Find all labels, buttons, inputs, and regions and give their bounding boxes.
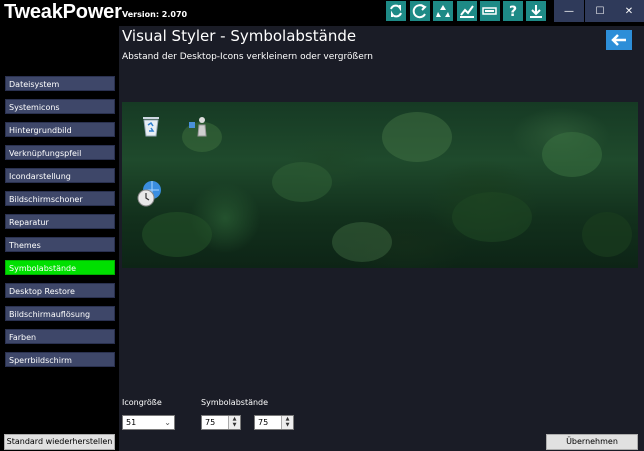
sidebar-item-bildschirmschoner[interactable]: Bildschirmschoner: [5, 191, 115, 206]
arrow-left-icon: [611, 34, 626, 46]
sidebar-item-farben[interactable]: Farben: [5, 329, 115, 344]
back-button[interactable]: [606, 30, 632, 50]
sidebar-item-symbolabstaende[interactable]: Symbolabstände: [5, 260, 115, 275]
close-icon: ✕: [624, 5, 634, 17]
recycle-icon: [436, 5, 450, 17]
page-subtitle: Abstand der Desktop-Icons verkleinern od…: [122, 52, 373, 62]
sidebar-item-sperrbildschirm[interactable]: Sperrbildschirm: [5, 352, 115, 367]
spacing-vertical-stepper[interactable]: 75 ▲ ▼: [254, 415, 294, 430]
download-icon: [530, 5, 542, 18]
desktop-preview: [122, 102, 638, 268]
sidebar-item-bildschirmaufloesung[interactable]: Bildschirmauflösung: [5, 306, 115, 321]
recycle-bin-icon[interactable]: [136, 110, 166, 140]
icon-size-label: Icongröße: [122, 398, 162, 407]
help-button[interactable]: ?: [502, 0, 524, 22]
spinner-arrows[interactable]: ▲ ▼: [228, 416, 240, 429]
app-title: TweakPower: [4, 1, 122, 23]
refresh-icon: [390, 4, 402, 18]
svg-text:?: ?: [509, 4, 517, 19]
help-icon: ?: [509, 4, 517, 19]
sidebar-item-icondarstellung[interactable]: Icondarstellung: [5, 168, 115, 183]
spacing-horizontal-stepper[interactable]: 75 ▲ ▼: [201, 415, 241, 430]
title-bar: TweakPower Version: 2.070 ? — ☐ ✕: [0, 0, 644, 26]
chart-button[interactable]: [456, 0, 478, 22]
apply-button[interactable]: Übernehmen: [546, 434, 638, 450]
maximize-button[interactable]: ☐: [585, 0, 615, 22]
chevron-down-icon: ⌄: [164, 418, 171, 427]
spacing-vertical-value: 75: [258, 418, 269, 427]
spacing-label: Symbolabstände: [201, 398, 269, 407]
sidebar-item-verknuepfungspfeil[interactable]: Verknüpfungspfeil: [5, 145, 115, 160]
page-title: Visual Styler - Symbolabstände: [122, 27, 357, 45]
battery-button[interactable]: [479, 0, 501, 22]
recycle-button[interactable]: [432, 0, 454, 22]
chart-icon: [460, 5, 474, 18]
battery-icon: [482, 7, 497, 15]
maximize-icon: ☐: [595, 5, 605, 17]
icon-size-select[interactable]: 51 ⌄: [122, 415, 175, 430]
icon-size-value: 51: [126, 418, 137, 427]
close-button[interactable]: ✕: [614, 0, 644, 22]
sidebar-item-desktop-restore[interactable]: Desktop Restore: [5, 283, 115, 298]
spacing-horizontal-value: 75: [205, 418, 216, 427]
spinner-arrows[interactable]: ▲ ▼: [281, 416, 293, 429]
globe-clock-icon[interactable]: [135, 178, 165, 208]
app-version: Version: 2.070: [122, 10, 188, 19]
download-button[interactable]: [525, 0, 547, 22]
redo-button[interactable]: [409, 0, 431, 22]
redo-icon: [412, 4, 427, 19]
minimize-icon: —: [564, 5, 574, 17]
minimize-button[interactable]: —: [554, 0, 584, 22]
sidebar-item-themes[interactable]: Themes: [5, 237, 115, 252]
sidebar-item-hintergrundbild[interactable]: Hintergrundbild: [5, 122, 115, 137]
sidebar-item-dateisystem[interactable]: Dateisystem: [5, 76, 115, 91]
sidebar-item-reparatur[interactable]: Reparatur: [5, 214, 115, 229]
restore-defaults-button[interactable]: Standard wiederherstellen: [4, 434, 115, 450]
sidebar-item-systemicons[interactable]: Systemicons: [5, 99, 115, 114]
network-icon[interactable]: [184, 110, 214, 140]
refresh-button[interactable]: [385, 0, 407, 22]
